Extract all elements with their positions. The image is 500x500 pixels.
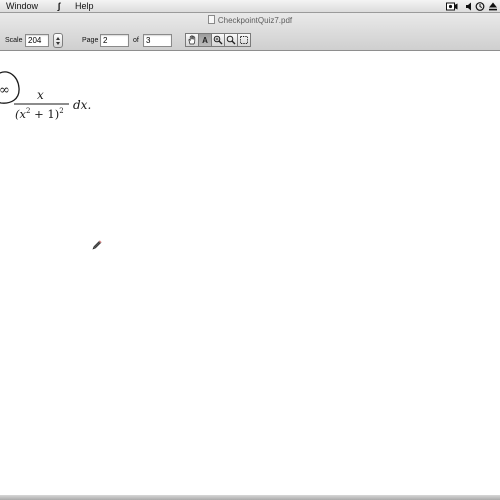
denominator-mid: + 1) [30, 107, 59, 121]
script-menu-icon[interactable]: ʃ [54, 0, 64, 13]
hand-tool-button[interactable] [185, 33, 199, 47]
window-title: CheckpointQuiz7.pdf [0, 15, 500, 26]
scale-label: Scale [5, 37, 23, 44]
text-select-icon: A [202, 35, 208, 45]
stepper-down-icon[interactable] [56, 42, 60, 45]
menu-window[interactable]: Window [6, 0, 38, 13]
marquee-select-tool-button[interactable] [237, 33, 251, 47]
menu-bar: Window ʃ Help [0, 0, 500, 13]
window-bottom-edge [0, 495, 500, 500]
window-toolbar: CheckpointQuiz7.pdf Scale Page of A [0, 13, 500, 51]
infinity-symbol: ∞ [0, 83, 10, 98]
page-total-field [143, 34, 172, 47]
zoom-out-icon [226, 35, 236, 45]
pencil-cursor-icon [92, 240, 102, 250]
time-machine-icon[interactable] [475, 1, 485, 12]
stepper-up-icon[interactable] [56, 37, 60, 40]
scale-input[interactable] [25, 34, 49, 47]
camera-status-icon[interactable] [446, 1, 458, 12]
marquee-select-icon [240, 36, 248, 44]
zoom-in-tool-button[interactable] [211, 33, 225, 47]
denominator-base: (x [15, 107, 26, 121]
volume-icon[interactable] [465, 1, 475, 12]
denominator-exponent-outer: 2 [59, 107, 63, 115]
zoom-out-tool-button[interactable] [224, 33, 238, 47]
menu-help[interactable]: Help [75, 0, 94, 13]
of-label: of [133, 37, 139, 44]
tool-selector: A [185, 33, 251, 47]
zoom-in-icon [213, 35, 223, 45]
pdf-document-icon [207, 15, 215, 24]
page-number-input[interactable] [100, 34, 129, 47]
fraction-denominator: (x2 + 1)2 [15, 107, 64, 121]
text-select-tool-button[interactable]: A [198, 33, 212, 47]
page-label: Page [82, 37, 99, 44]
scale-stepper[interactable] [53, 33, 63, 48]
differential: dx. [73, 98, 91, 112]
hand-icon [188, 35, 196, 45]
window-title-text: CheckpointQuiz7.pdf [217, 16, 293, 25]
integral-formula: ∞ x (x2 + 1)2 dx. [0, 71, 91, 121]
pdf-page[interactable]: ∞ x (x2 + 1)2 dx. [0, 52, 500, 500]
eject-icon[interactable] [488, 1, 498, 12]
fraction-numerator: x [37, 88, 44, 102]
